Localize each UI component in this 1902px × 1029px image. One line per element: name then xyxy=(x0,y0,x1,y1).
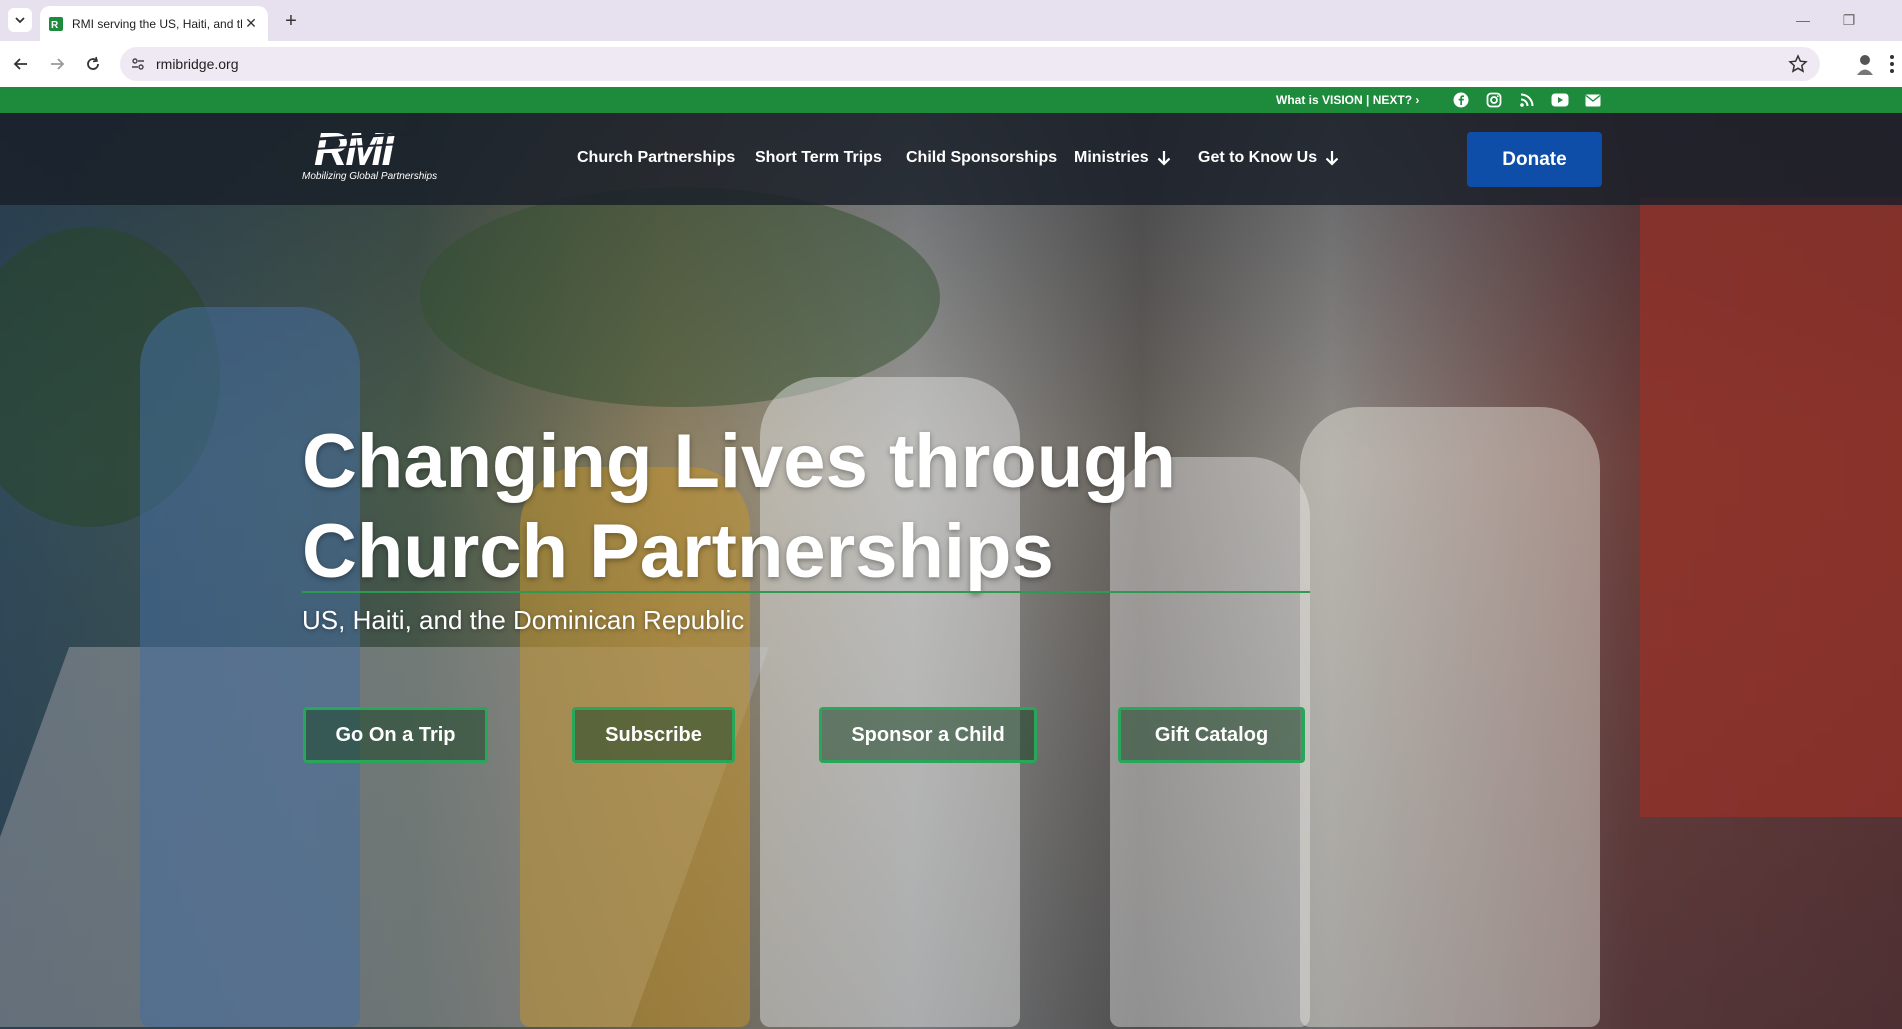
vision-next-link[interactable]: What is VISION | NEXT? › xyxy=(1276,93,1419,107)
minimize-button[interactable]: — xyxy=(1780,6,1826,34)
back-button[interactable] xyxy=(8,51,34,77)
browser-tab-strip: R RMI serving the US, Haiti, and th ✕ + … xyxy=(0,0,1902,41)
forward-button[interactable] xyxy=(44,51,70,77)
browser-tab[interactable]: R RMI serving the US, Haiti, and th ✕ xyxy=(40,6,268,41)
nav-label: Child Sponsorships xyxy=(906,149,1058,166)
nav-get-to-know-us[interactable]: Get to Know Us xyxy=(1198,149,1339,167)
top-utility-bar: What is VISION | NEXT? › xyxy=(0,87,1902,113)
more-menu-icon[interactable] xyxy=(1886,51,1898,77)
site-info-icon[interactable] xyxy=(130,56,146,72)
new-tab-button[interactable]: + xyxy=(278,8,304,34)
hero-subheading: US, Haiti, and the Dominican Republic xyxy=(302,605,745,635)
logo-tagline: Mobilizing Global Partnerships xyxy=(302,171,438,182)
bookmark-star-icon[interactable] xyxy=(1788,54,1808,74)
url-text[interactable]: rmibridge.org xyxy=(156,56,238,72)
main-navigation: RMI Mobilizing Global Partnerships Churc… xyxy=(0,113,1902,205)
go-on-a-trip-button[interactable]: Go On a Trip xyxy=(303,707,488,763)
headline-line-1: Changing Lives through xyxy=(302,419,1176,504)
nav-church-partnerships[interactable]: Church Partnerships xyxy=(577,149,735,167)
arrow-right-icon xyxy=(51,58,65,70)
tab-title: RMI serving the US, Haiti, and th xyxy=(72,16,242,31)
youtube-icon[interactable] xyxy=(1551,91,1569,109)
arrow-down-icon xyxy=(1325,151,1339,166)
email-icon[interactable] xyxy=(1584,91,1602,109)
restore-button[interactable]: ❐ xyxy=(1826,6,1872,34)
chevron-down-icon xyxy=(15,17,25,24)
headline-divider xyxy=(302,591,1310,593)
reload-button[interactable] xyxy=(80,51,106,77)
webpage: What is VISION | NEXT? › RMI Mobilizing … xyxy=(0,87,1902,1029)
donate-button[interactable]: Donate xyxy=(1467,132,1602,187)
subscribe-button[interactable]: Subscribe xyxy=(572,707,735,763)
nav-short-term-trips[interactable]: Short Term Trips xyxy=(755,149,882,167)
browser-toolbar: rmibridge.org xyxy=(0,41,1902,87)
hero-headline: Changing Lives through Church Partnershi… xyxy=(302,417,1176,597)
arrow-left-icon xyxy=(13,58,27,70)
nav-label: Ministries xyxy=(1074,149,1149,166)
arrow-down-icon xyxy=(1157,151,1170,166)
rmi-logo-mark: RMI xyxy=(313,123,421,175)
facebook-icon[interactable] xyxy=(1452,91,1470,109)
close-tab-icon[interactable]: ✕ xyxy=(242,15,260,33)
rmi-logo[interactable]: RMI Mobilizing Global Partnerships xyxy=(300,123,452,187)
sponsor-a-child-button[interactable]: Sponsor a Child xyxy=(819,707,1037,763)
profile-avatar-icon[interactable] xyxy=(1852,51,1878,77)
rss-icon[interactable] xyxy=(1518,91,1536,109)
nav-child-sponsorships[interactable]: Child Sponsorships xyxy=(906,149,1057,167)
svg-text:R: R xyxy=(51,20,59,31)
reload-icon xyxy=(87,56,99,70)
nav-label: Church Partnerships xyxy=(577,149,736,166)
headline-line-2: Church Partnerships xyxy=(302,509,1054,594)
tab-search-button[interactable] xyxy=(8,8,32,32)
nav-label: Short Term Trips xyxy=(755,149,882,166)
nav-ministries[interactable]: Ministries xyxy=(1074,149,1171,167)
rmi-favicon-icon: R xyxy=(49,16,63,31)
instagram-icon[interactable] xyxy=(1485,91,1503,109)
nav-label: Get to Know Us xyxy=(1198,149,1318,166)
address-bar[interactable]: rmibridge.org xyxy=(120,47,1820,81)
gift-catalog-button[interactable]: Gift Catalog xyxy=(1118,707,1305,763)
